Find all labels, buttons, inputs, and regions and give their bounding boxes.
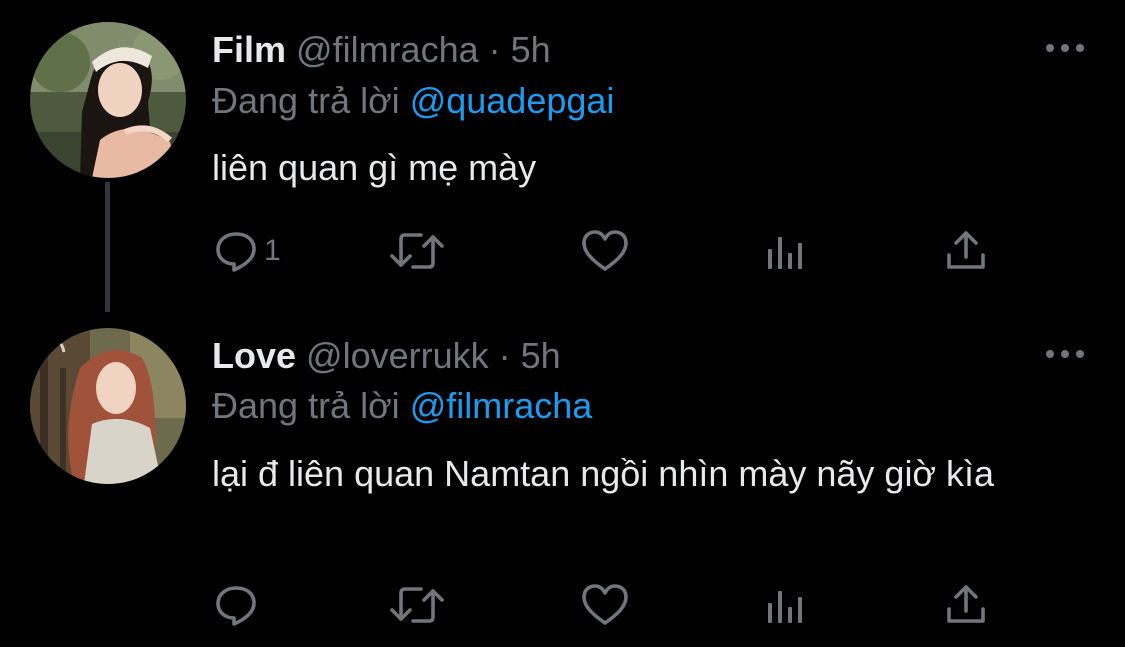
display-name[interactable]: Film	[212, 29, 286, 70]
meta-separator: ·	[488, 335, 521, 376]
tweet-text: liên quan gì mẹ mày	[212, 147, 537, 188]
replying-to-handle[interactable]: @filmracha	[410, 385, 593, 426]
reply-count: 1	[264, 234, 281, 267]
retweet-arrows-icon	[387, 581, 447, 629]
tweet-timestamp[interactable]: 5h	[521, 335, 561, 376]
retweet-button[interactable]	[387, 580, 447, 630]
display-name[interactable]: Love	[212, 335, 296, 376]
tweet-actions	[212, 580, 1012, 630]
heart-icon	[580, 227, 630, 275]
tweet-item[interactable]: Film @filmracha · 5h Đang trả lời @quade…	[0, 0, 1125, 312]
replying-to: Đang trả lời @quadepgai	[212, 73, 614, 129]
like-button[interactable]	[580, 580, 630, 630]
replying-to-label: Đang trả lời	[212, 385, 410, 426]
reply-button[interactable]	[212, 580, 264, 630]
avatar[interactable]	[30, 22, 186, 178]
bar-chart-icon	[762, 581, 810, 629]
share-button[interactable]	[942, 580, 990, 630]
like-button[interactable]	[580, 226, 630, 276]
tweet-item[interactable]: Love @loverrukk · 5h Đang trả lời @filmr…	[0, 312, 1125, 647]
user-handle[interactable]: @loverrukk	[306, 335, 489, 376]
user-handle[interactable]: @filmracha	[296, 29, 479, 70]
tweet-header: Film @filmracha · 5h	[212, 22, 975, 78]
retweet-arrows-icon	[387, 227, 447, 275]
more-dots-icon[interactable]	[1043, 339, 1087, 369]
meta-separator: ·	[478, 29, 511, 70]
tweet-header: Love @loverrukk · 5h	[212, 328, 975, 384]
retweet-button[interactable]	[387, 226, 447, 276]
tweet-timestamp[interactable]: 5h	[511, 29, 551, 70]
speech-bubble-icon	[212, 227, 260, 275]
share-upload-icon	[942, 227, 990, 275]
share-upload-icon	[942, 581, 990, 629]
analytics-button[interactable]	[762, 226, 810, 276]
heart-icon	[580, 581, 630, 629]
bar-chart-icon	[762, 227, 810, 275]
share-button[interactable]	[942, 226, 990, 276]
reply-button[interactable]: 1	[212, 226, 281, 276]
speech-bubble-icon	[212, 581, 260, 629]
replying-to: Đang trả lời @filmracha	[212, 378, 592, 434]
replying-to-label: Đang trả lời	[212, 80, 410, 121]
avatar[interactable]	[30, 328, 186, 484]
tweet-text: lại đ liên quan Namtan ngồi nhìn mày nãy…	[212, 453, 995, 494]
more-dots-icon[interactable]	[1043, 33, 1087, 63]
tweet-actions: 1	[212, 226, 1012, 276]
analytics-button[interactable]	[762, 580, 810, 630]
replying-to-handle[interactable]: @quadepgai	[410, 80, 615, 121]
